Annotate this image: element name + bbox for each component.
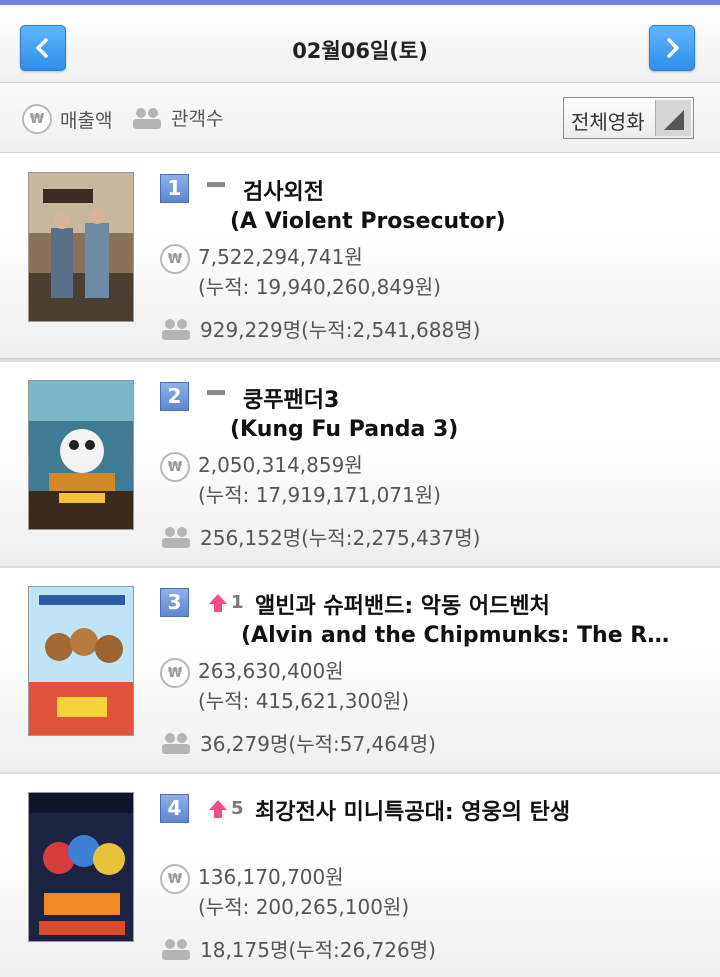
daily-sales: 263,630,400원 [198, 659, 344, 683]
arrow-up-icon [209, 593, 227, 612]
rank-badge: 2 [160, 382, 189, 411]
movie-poster [28, 380, 134, 530]
audience-count: 18,175명(누적:26,726명) [200, 938, 436, 962]
daily-sales: 136,170,700원 [198, 865, 344, 889]
sales-sort-toggle[interactable]: ₩ 매출액 [22, 104, 112, 134]
daily-sales: 7,522,294,741원 [198, 245, 363, 269]
rank-up-indicator: 1 [207, 592, 244, 614]
next-day-button[interactable] [649, 25, 695, 71]
audience-info: 18,175명(누적:26,726명) [160, 934, 436, 963]
audience-sort-toggle[interactable]: 관객수 [131, 104, 223, 131]
date-header: 02월06일(토) [0, 5, 720, 83]
movie-poster [28, 586, 134, 736]
rank-change [207, 382, 225, 411]
movie-title-en: (Kung Fu Panda 3) [230, 417, 459, 442]
cumulative-sales: (누적: 19,940,260,849원) [198, 275, 441, 299]
list-item[interactable]: 1 검사외전 (A Violent Prosecutor) ₩ 7,522,29… [0, 154, 720, 359]
audience-info: 929,229명(누적:2,541,688명) [160, 314, 480, 343]
sales-info: ₩ 7,522,294,741원 (누적: 19,940,260,849원) [160, 244, 441, 302]
movie-title-ko: 앨빈과 슈퍼밴드: 악동 어드벤처 [255, 594, 550, 619]
no-change-icon [207, 182, 225, 187]
movie-title-ko: 검사외전 [243, 180, 324, 205]
dropdown-arrow-icon [655, 100, 691, 136]
movie-title-ko: 최강전사 미니특공대: 영웅의 탄생 [255, 800, 571, 825]
cumulative-sales: (누적: 17,919,171,071원) [198, 483, 441, 507]
daily-sales: 2,050,314,859원 [198, 453, 363, 477]
list-item[interactable]: 4 5 최강전사 미니특공대: 영웅의 탄생 ₩ 136,170,700원 (누… [0, 774, 720, 977]
list-item[interactable]: 3 1 앨빈과 슈퍼밴드: 악동 어드벤처 (Alvin and the Chi… [0, 568, 720, 773]
cumulative-sales: (누적: 415,621,300원) [198, 689, 410, 713]
audience-count: 256,152명(누적:2,275,437명) [200, 526, 481, 550]
people-icon [162, 318, 190, 340]
rank-badge: 1 [160, 174, 189, 203]
rank-badge: 4 [160, 794, 189, 823]
list-item[interactable]: 2 쿵푸팬더3 (Kung Fu Panda 3) ₩ 2,050,314,85… [0, 362, 720, 567]
sales-info: ₩ 263,630,400원 (누적: 415,621,300원) [160, 658, 409, 716]
arrow-up-icon [209, 799, 227, 818]
audience-sort-label: 관객수 [171, 108, 224, 130]
audience-count: 36,279명(누적:57,464명) [200, 732, 436, 756]
movie-poster [28, 172, 134, 322]
audience-info: 36,279명(누적:57,464명) [160, 728, 436, 757]
people-icon [162, 938, 190, 960]
cumulative-sales: (누적: 200,265,100원) [198, 895, 410, 919]
rank-change: 1 [207, 588, 244, 617]
movie-filter-select[interactable]: 전체영화 [563, 97, 694, 139]
people-icon [162, 732, 190, 754]
movie-title-en: (Alvin and the Chipmunks: The Road Chip) [241, 623, 671, 648]
audience-info: 256,152명(누적:2,275,437명) [160, 522, 480, 551]
rank-badge: 3 [160, 588, 189, 617]
filter-bar: ₩ 매출액 관객수 전체영화 [0, 84, 720, 153]
won-icon: ₩ [160, 658, 190, 688]
sales-sort-label: 매출액 [60, 109, 113, 132]
no-change-icon [207, 390, 225, 395]
sales-info: ₩ 136,170,700원 (누적: 200,265,100원) [160, 864, 409, 922]
won-icon: ₩ [160, 452, 190, 482]
movie-poster [28, 792, 134, 942]
rank-change [207, 174, 225, 203]
page-title: 02월06일(토) [292, 39, 428, 63]
chevron-right-icon [667, 38, 679, 58]
won-icon: ₩ [22, 104, 52, 134]
people-icon [133, 107, 161, 129]
rank-up-indicator: 5 [207, 798, 244, 820]
movie-filter-value: 전체영화 [571, 110, 645, 134]
movie-title-en: (A Violent Prosecutor) [230, 209, 506, 234]
people-icon [162, 526, 190, 548]
movie-title-ko: 쿵푸팬더3 [243, 388, 340, 413]
rank-change-value: 5 [231, 798, 244, 819]
audience-count: 929,229명(누적:2,541,688명) [200, 318, 481, 342]
sales-info: ₩ 2,050,314,859원 (누적: 17,919,171,071원) [160, 452, 441, 510]
rank-change: 5 [207, 794, 244, 823]
rank-change-value: 1 [231, 592, 244, 613]
won-icon: ₩ [160, 864, 190, 894]
won-icon: ₩ [160, 244, 190, 274]
